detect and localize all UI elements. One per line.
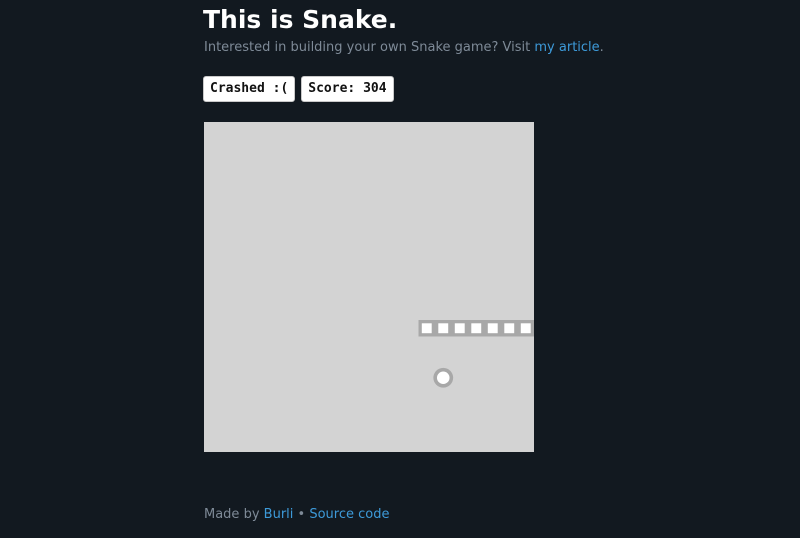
source-code-link[interactable]: Source code [309,507,389,522]
apple-fill [436,371,450,385]
intro-text: Interested in building your own Snake ga… [204,39,604,57]
footer-separator: • [293,507,310,522]
article-link[interactable]: my article [534,40,599,55]
game-canvas[interactable] [204,122,534,452]
snake-segment-fill [504,323,515,334]
snake-segment-fill [438,323,449,334]
footer-made-by: Made by [204,507,264,522]
game-state-badge: Crashed :( [203,76,296,102]
author-link[interactable]: Burli [264,507,294,522]
snake-segment-fill [487,323,498,334]
game-board[interactable] [204,122,534,452]
board-background [204,122,534,452]
score-badge: Score: 304 [301,76,394,102]
snake-segment-fill [421,323,432,334]
intro-prefix: Interested in building your own Snake ga… [204,40,535,55]
snake-segment-fill [471,323,482,334]
snake-segment-fill [454,323,465,334]
snake-segment-fill [520,323,531,334]
footer: Made by Burli • Source code [204,506,389,524]
page-title: This is Snake. [203,5,398,34]
status-bar: Crashed :( Score: 304 [203,76,394,102]
intro-suffix: . [599,40,604,55]
